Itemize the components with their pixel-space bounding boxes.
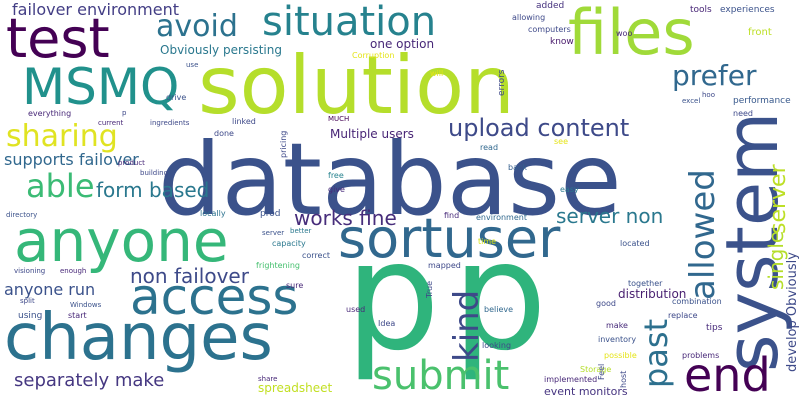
word: looking <box>482 341 512 350</box>
word: located <box>620 239 650 248</box>
word: share <box>258 375 278 383</box>
word: allowing <box>512 13 546 22</box>
word: implemented <box>544 375 598 384</box>
word: event monitors <box>544 385 628 398</box>
word: Feel <box>597 363 606 380</box>
word: tools <box>690 5 712 15</box>
word: problems <box>682 351 720 360</box>
word: done <box>214 129 234 138</box>
word: woo <box>616 29 633 38</box>
word: enough <box>60 267 87 275</box>
word: submit <box>372 353 510 399</box>
word: Windows <box>70 301 102 309</box>
word: make <box>606 321 628 330</box>
word: server non <box>556 204 664 228</box>
word: p <box>122 109 127 117</box>
word: server <box>262 229 285 237</box>
word: Corruption <box>352 51 395 60</box>
word: Storage <box>580 365 612 374</box>
word-cloud: solution database p p changes anyone sor… <box>0 0 800 400</box>
word: True <box>425 281 434 298</box>
word: visioning <box>14 267 46 275</box>
word: experiences <box>720 5 775 15</box>
word: drive <box>166 93 187 102</box>
word: ingredients <box>150 119 190 127</box>
word: errors <box>497 69 507 96</box>
word: anyone run <box>4 280 96 299</box>
word: excel <box>682 97 701 105</box>
word: added <box>536 1 565 11</box>
word: inventory <box>598 335 637 344</box>
word: know <box>550 37 574 47</box>
word: building <box>140 169 169 177</box>
word: will <box>430 69 444 78</box>
word: frightening <box>256 261 300 270</box>
word: environment <box>476 213 527 222</box>
word: directory <box>6 211 38 219</box>
word: pricing <box>279 130 288 158</box>
word: server <box>766 164 791 234</box>
word: develop Obviously <box>785 252 800 372</box>
word: non failover <box>130 264 249 288</box>
word: back <box>508 163 528 172</box>
word: MSMQ <box>22 58 180 116</box>
word: everything <box>28 109 72 118</box>
word: MUCH <box>328 115 350 123</box>
word: single <box>764 230 788 290</box>
word: able <box>26 167 95 205</box>
word: upload content <box>448 114 630 142</box>
word: believe <box>484 305 514 314</box>
word: Obviously persisting <box>160 43 282 57</box>
word: need <box>733 109 753 118</box>
word: time <box>478 237 497 246</box>
word: capacity <box>272 239 306 248</box>
word: failover environment <box>12 0 179 19</box>
word: product <box>118 159 145 167</box>
word: mapped <box>428 261 461 270</box>
word: easy <box>560 185 579 194</box>
word: form based <box>96 178 210 202</box>
word: prefer <box>672 59 757 92</box>
word: computers <box>528 25 571 34</box>
word: works fine <box>294 206 397 230</box>
word: spreadsheet <box>258 381 333 395</box>
word: find <box>444 211 460 220</box>
word: used <box>346 305 366 314</box>
word: Idea <box>378 319 396 328</box>
word: see <box>554 137 569 146</box>
word: better <box>290 227 312 235</box>
word: situation <box>262 0 437 45</box>
word: host <box>619 370 628 388</box>
word: combination <box>672 297 722 306</box>
word: hoo <box>702 91 716 99</box>
word: split <box>20 297 35 305</box>
word: current <box>98 119 124 127</box>
word: front <box>748 27 772 38</box>
word: replace <box>668 311 698 320</box>
word: using <box>18 311 43 321</box>
word: linked <box>232 117 256 126</box>
word: performance <box>733 96 791 106</box>
word: start <box>68 311 87 320</box>
word: locally <box>200 209 226 218</box>
word: sure <box>286 281 304 290</box>
word: prod <box>260 209 281 219</box>
word: free <box>328 171 344 180</box>
word: one option <box>370 37 435 51</box>
word: Multiple users <box>330 127 414 141</box>
word: allowed <box>683 169 723 300</box>
word: give <box>328 185 345 194</box>
word: tips <box>706 323 723 333</box>
word: good <box>596 299 616 308</box>
word: past <box>637 318 675 388</box>
word: anyone <box>14 207 229 275</box>
word: possible <box>604 351 637 360</box>
word: kind <box>447 289 487 362</box>
word: use <box>186 61 199 69</box>
word: read <box>480 143 499 152</box>
word: together <box>628 279 663 288</box>
word: separately make <box>14 370 165 391</box>
word: correct <box>302 251 331 260</box>
